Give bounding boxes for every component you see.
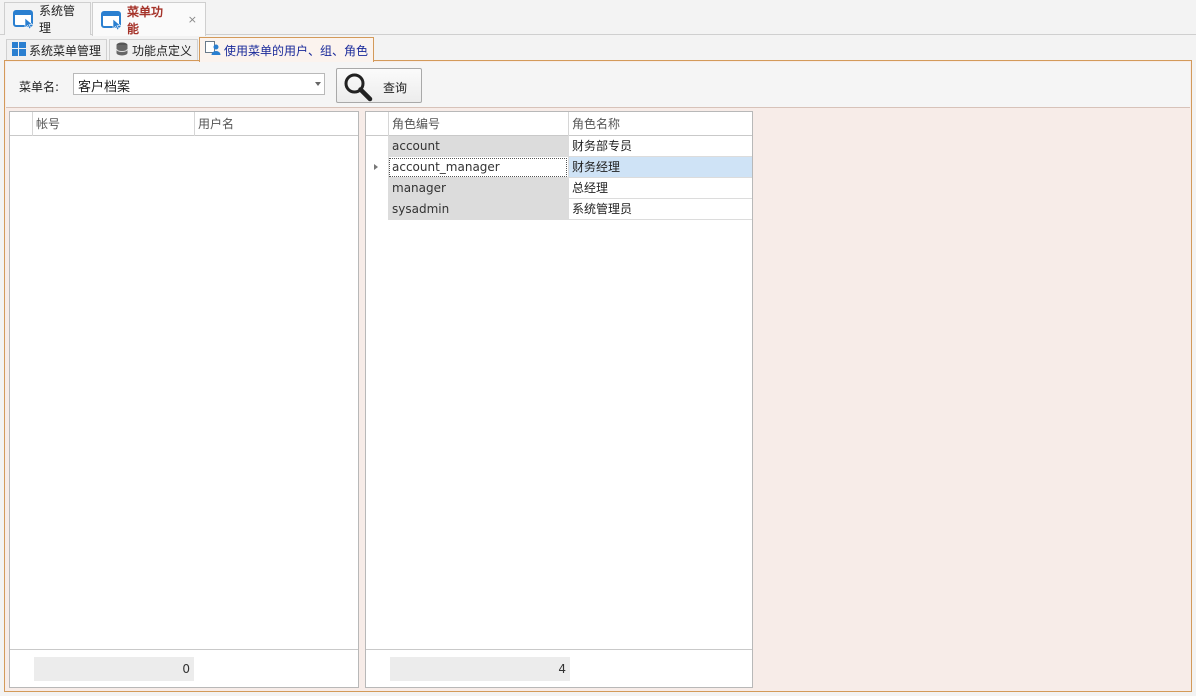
column-header-account[interactable]: 帐号 <box>32 112 194 136</box>
column-header-role-name[interactable]: 角色名称 <box>568 112 752 136</box>
role-name-cell[interactable]: 系统管理员 <box>568 199 752 220</box>
doc-tab-system-management[interactable]: 系统管理 <box>4 2 91 35</box>
window-pointer-icon <box>13 9 35 30</box>
tab-function-point-definition[interactable]: 功能点定义 <box>109 39 199 61</box>
user-grid: 帐号 用户名 0 <box>9 111 359 688</box>
row-indicator-icon <box>374 164 378 170</box>
query-button-label: 查询 <box>383 81 408 95</box>
role-name-cell[interactable]: 总经理 <box>568 178 752 199</box>
document-tab-bar: 系统管理 菜单功能 × <box>0 0 1196 36</box>
table-row[interactable]: account 财务部专员 <box>366 136 752 157</box>
menu-name-label: 菜单名: <box>19 80 60 94</box>
query-button[interactable]: 查询 <box>336 68 422 103</box>
doc-tab-label: 菜单功能 <box>127 4 164 36</box>
column-header-role-code[interactable]: 角色编号 <box>388 112 568 136</box>
database-icon <box>115 42 129 59</box>
tab-label: 使用菜单的用户、组、角色 <box>224 43 369 58</box>
user-count-summary: 0 <box>34 657 194 681</box>
user-grid-footer: 0 <box>10 649 358 687</box>
close-icon[interactable]: × <box>188 13 197 26</box>
role-name-cell[interactable]: 财务经理 <box>568 157 752 178</box>
role-grid-footer: 4 <box>366 649 752 687</box>
menu-name-value: 客户档案 <box>78 80 131 95</box>
tab-system-menu-management[interactable]: 系统菜单管理 <box>6 39 108 61</box>
role-count-summary: 4 <box>390 657 570 681</box>
window-pointer-icon <box>101 10 123 30</box>
doc-tab-label: 系统管理 <box>39 4 76 35</box>
role-code-cell[interactable]: account_manager <box>388 157 568 178</box>
role-name-cell[interactable]: 财务部专员 <box>568 136 752 157</box>
magnifier-icon <box>343 72 373 105</box>
doc-tab-menu-function[interactable]: 菜单功能 × <box>92 2 206 36</box>
content-frame: 菜单名: 客户档案 查询 帐号 用户名 0 角色编号 角色名称 account … <box>4 60 1192 692</box>
windows-grid-icon <box>12 42 26 59</box>
user-group-icon <box>205 41 221 59</box>
dropdown-arrow-icon[interactable] <box>315 82 321 86</box>
column-header-username[interactable]: 用户名 <box>194 112 358 136</box>
query-toolbar: 菜单名: 客户档案 查询 <box>6 62 1190 108</box>
role-code-cell[interactable]: sysadmin <box>388 199 568 220</box>
menu-name-combobox[interactable]: 客户档案 <box>73 73 325 95</box>
tab-label: 系统菜单管理 <box>29 44 102 58</box>
role-code-cell[interactable]: account <box>388 136 568 157</box>
table-row[interactable]: account_manager 财务经理 <box>366 157 752 178</box>
table-row[interactable]: manager 总经理 <box>366 178 752 199</box>
table-row[interactable]: sysadmin 系统管理员 <box>366 199 752 220</box>
tab-label: 功能点定义 <box>132 44 193 58</box>
page-tab-bar: 系统菜单管理 功能点定义 使用菜单的用户、组、角色 <box>4 36 1192 62</box>
tab-menu-users-groups-roles[interactable]: 使用菜单的用户、组、角色 <box>199 37 375 62</box>
role-grid-header: 角色编号 角色名称 <box>366 112 752 136</box>
role-code-cell[interactable]: manager <box>388 178 568 199</box>
role-grid: 角色编号 角色名称 account 财务部专员 account_manager … <box>365 111 753 688</box>
user-grid-header: 帐号 用户名 <box>10 112 358 136</box>
